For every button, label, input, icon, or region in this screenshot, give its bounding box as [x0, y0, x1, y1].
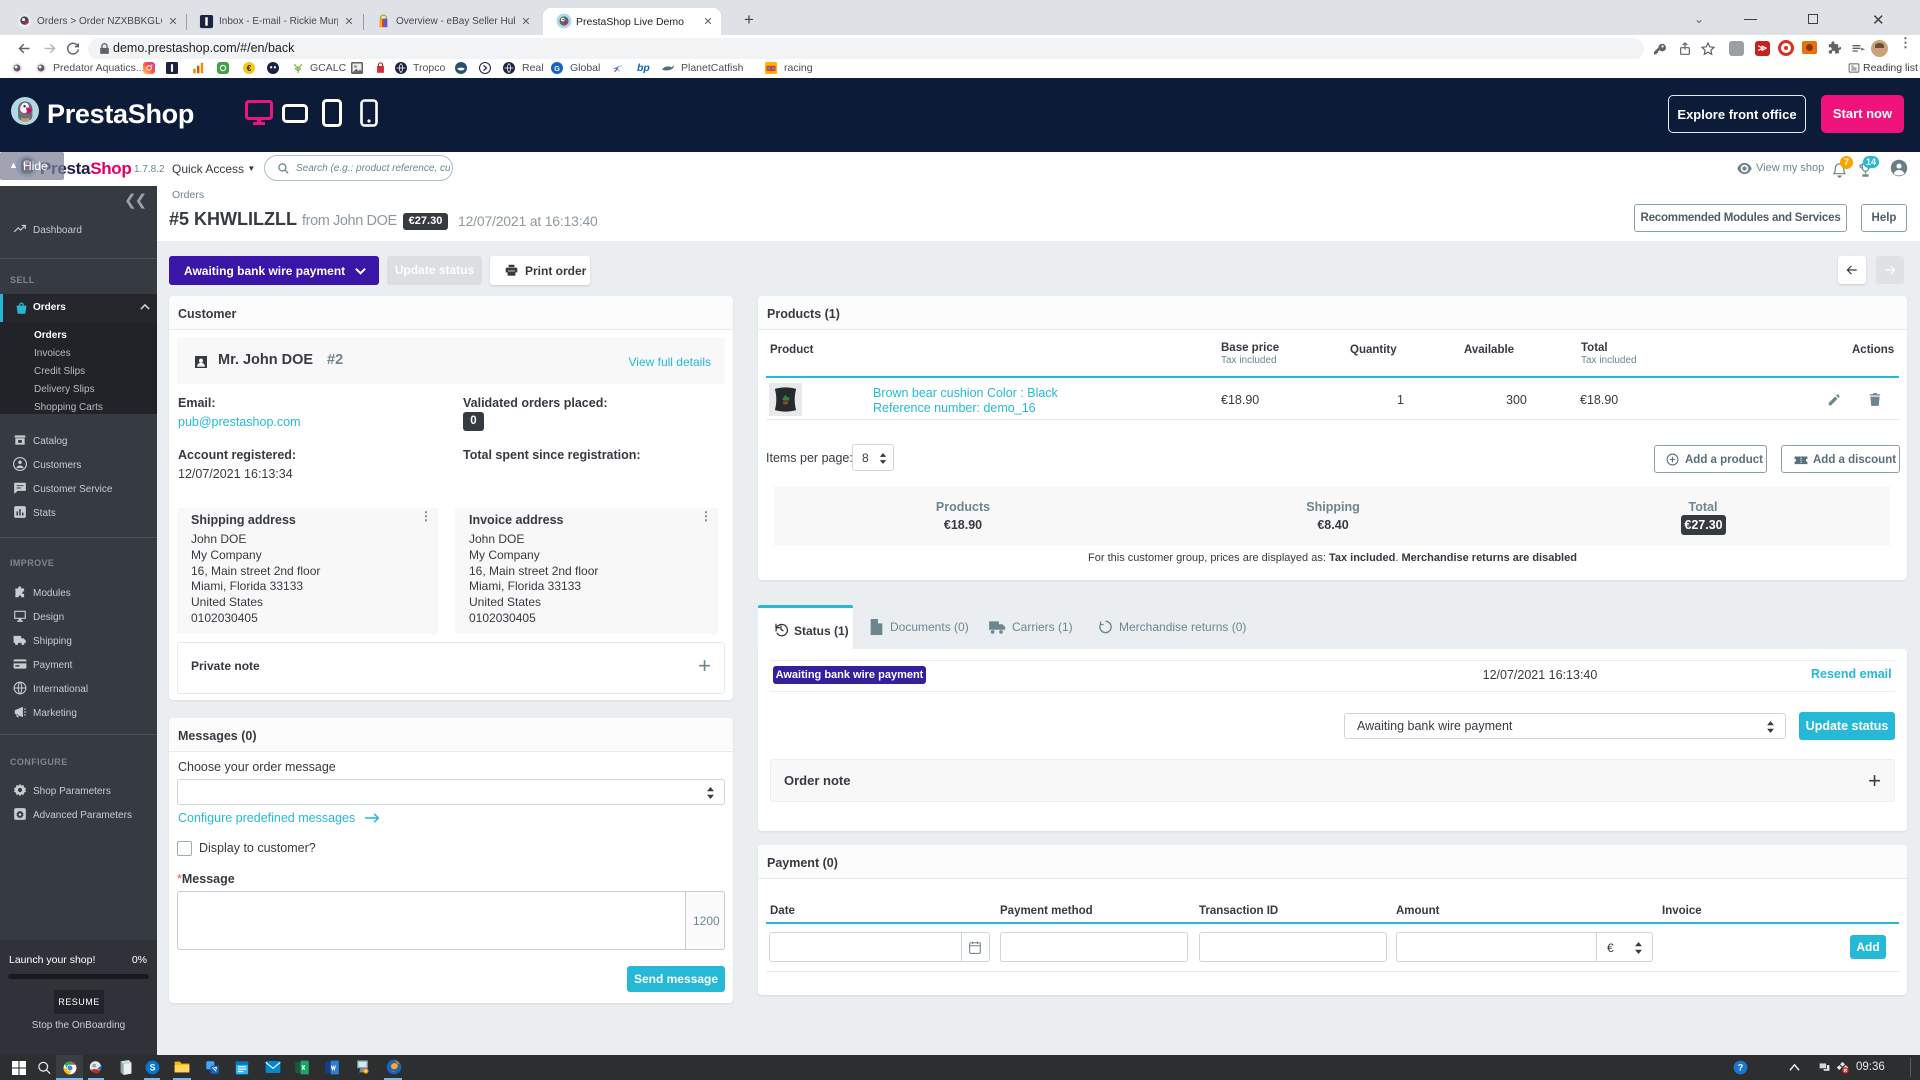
- svg-text:S: S: [150, 1063, 156, 1073]
- svg-text:G: G: [554, 64, 560, 73]
- svg-text:?: ?: [1738, 1063, 1744, 1073]
- svg-text:€: €: [247, 64, 252, 73]
